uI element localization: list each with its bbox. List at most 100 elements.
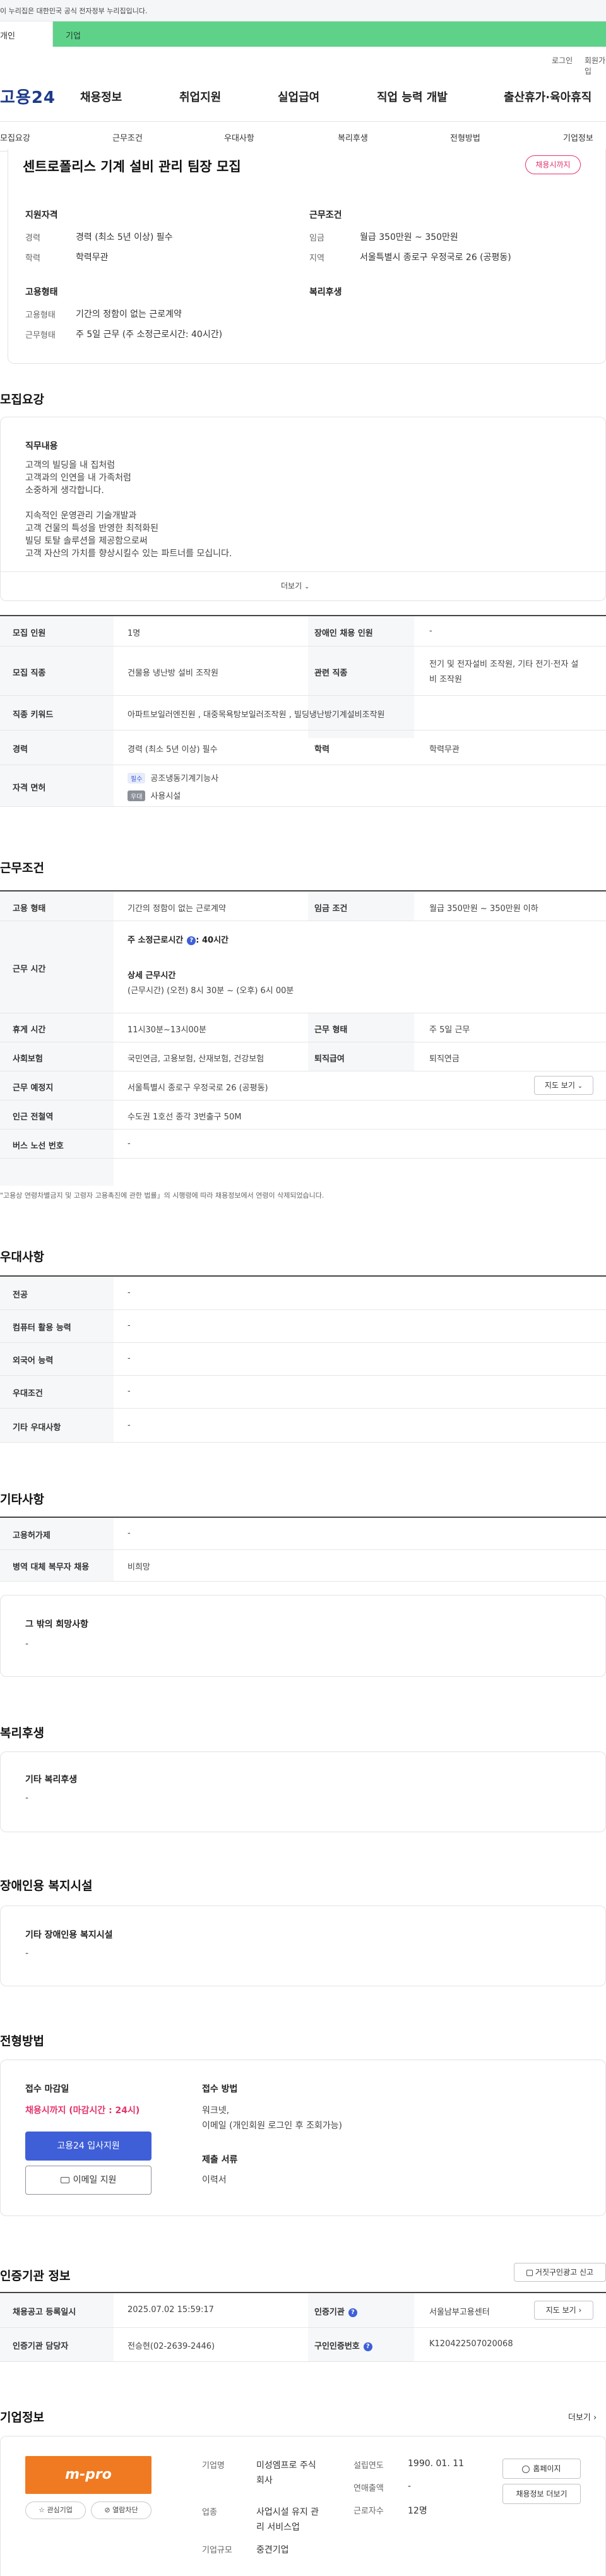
gnb-item-employment-support[interactable]: 취업지원 (179, 88, 221, 105)
tab-process[interactable]: 전형방법 (450, 131, 480, 143)
signup-link[interactable]: 회원가입 (585, 55, 606, 76)
block-icon: ⊘ (104, 2506, 110, 2514)
revenue-key: 연매출액 (354, 2484, 384, 2493)
education-header: 학력 (314, 745, 330, 754)
company-size-value: 중견기업 (256, 2545, 289, 2555)
disability-card (0, 1905, 606, 1986)
detail-hours-heading: 상세 근무시간 (128, 971, 176, 981)
info-icon[interactable]: ? (187, 936, 196, 945)
recruit-count-header: 모집 인원 (13, 629, 46, 638)
location-value: 서울특별시 종로구 우정국로 26 (공평동) (360, 253, 511, 263)
career-value: 경력 (최소 5년 이상) 필수 (128, 745, 218, 754)
industry-value: 사업시설 유지 관 (256, 2507, 319, 2517)
disability-value: - (25, 1948, 29, 1959)
block-company-button[interactable]: ⊘ 열람차단 (91, 2501, 152, 2519)
welfare-value: - (25, 1793, 29, 1803)
workplace-value: 서울특별시 종로구 우정국로 26 (공평동) (128, 1083, 268, 1093)
documents-heading: 제출 서류 (202, 2155, 238, 2165)
email-apply-label: 이메일 지원 (73, 2175, 117, 2185)
tab-company[interactable]: 기업정보 (563, 131, 593, 143)
employees-key: 근로자수 (354, 2507, 384, 2516)
tab-conditions[interactable]: 근무조건 (112, 131, 143, 143)
process-section-title: 전형방법 (0, 2034, 44, 2048)
apply-button[interactable]: 고용24 입사지원 (25, 2132, 152, 2161)
duty-more-divider (0, 571, 606, 572)
duty-more-button[interactable]: 더보기 ⌄ (281, 580, 309, 591)
certificate-preferred: 우대 사용시설 (128, 789, 181, 801)
map-view-button[interactable]: 지도 보기 ⌄ (534, 1076, 593, 1095)
tab-preference[interactable]: 우대사항 (224, 131, 254, 143)
employment-type-heading: 고용형태 (25, 287, 58, 297)
tab-business[interactable]: 기업 (66, 29, 81, 41)
related-job-value: 전기 및 전자설비 조작원, 기타 전기·전자 설 (429, 660, 579, 669)
education-value: 학력무관 (76, 253, 109, 263)
method-value: 워크넷, (202, 2106, 230, 2116)
agency-map-button[interactable]: 지도 보기 › (534, 2301, 593, 2320)
employment-permit-value: - (128, 1529, 131, 1538)
keyword-value: 아파트보일러엔진원 , 대중목욕탕보일러조작원 , 빌딩냉난방기계설비조작원 (128, 710, 385, 720)
homepage-button[interactable]: 홈페이지 (502, 2459, 581, 2479)
recruit-count-value: 1명 (128, 629, 141, 638)
work-type-value: 주 5일 근무 (주 소정근로시간: 40시간) (76, 330, 223, 340)
cert-number-label: 구인인증번호 (314, 2342, 360, 2351)
insurance-header: 사회보험 (13, 1054, 43, 1064)
agency-header: 인증기관? (314, 2305, 357, 2317)
conditions-heading: 근무조건 (309, 210, 342, 220)
subway-header: 인근 전철역 (13, 1112, 54, 1122)
major-value: - (128, 1288, 131, 1297)
gnb-item-jobs[interactable]: 채용정보 (80, 88, 122, 105)
chevron-down-icon: ⌄ (304, 583, 310, 590)
other-wishes-heading: 그 밖의 희망사항 (25, 1619, 88, 1630)
company-name-key: 기업명 (202, 2461, 225, 2471)
tab-welfare[interactable]: 복리후생 (338, 131, 368, 143)
duty-more-label: 더보기 (281, 581, 302, 590)
gnb-item-job-training[interactable]: 직업 능력 개발 (377, 88, 448, 105)
welfare-heading: 기타 복리후생 (25, 1775, 78, 1785)
company-jobs-button[interactable]: 채용정보 더보기 (502, 2484, 581, 2504)
duty-line: 소중하게 생각합니다. (25, 486, 104, 496)
certificate-required: 필수 공조냉동기계기능사 (128, 772, 218, 784)
gnb-item-parental-leave[interactable]: 출산휴가·육아휴직 (504, 88, 591, 105)
other-preference-header: 기타 우대사항 (13, 1423, 61, 1433)
company-name-value: 미성엠프로 주식 (256, 2460, 316, 2471)
education-value: 학력무관 (429, 745, 460, 754)
education-key: 학력 (25, 254, 40, 263)
employment-permit-header: 고용허가제 (13, 1531, 50, 1541)
bus-header: 버스 노선 번호 (13, 1142, 64, 1151)
agency-manager-header: 인증기관 담당자 (13, 2342, 69, 2351)
email-apply-button[interactable]: 이메일 지원 (25, 2166, 152, 2195)
info-icon[interactable]: ? (363, 2342, 372, 2351)
weekly-hours-label: 주 소정근로시간 (128, 936, 184, 945)
recruit-job-header: 모집 직종 (13, 669, 46, 678)
tab-recruit[interactable]: 모집요강 (0, 131, 30, 143)
other-wishes-value: - (25, 1639, 29, 1649)
industry-key: 업종 (202, 2508, 217, 2517)
duty-heading: 직무내용 (25, 441, 58, 451)
company-more-link[interactable]: 더보기 › (568, 2411, 597, 2423)
info-icon[interactable]: ? (348, 2308, 357, 2317)
block-company-label: 열람차단 (112, 2506, 138, 2514)
detail-hours-value: (근무시간) (오전) 8시 30분 ~ (오후) 6시 00분 (128, 986, 294, 996)
welfare-section-title: 복리후생 (0, 1726, 44, 1740)
disability-section-title: 장애인용 복지시설 (0, 1879, 93, 1893)
military-value: 비희망 (128, 1563, 150, 1572)
favorite-company-label: 관심기업 (47, 2506, 73, 2514)
method-value-cont: 이메일 (개인회원 로그인 후 조회가능) (202, 2121, 342, 2131)
site-logo[interactable]: 고용24 (0, 85, 56, 108)
star-icon: ☆ (39, 2506, 45, 2514)
false-ad-report-button[interactable]: 거짓구인광고 신고 (514, 2263, 606, 2282)
weekly-hours-value: : 40시간 (196, 936, 229, 945)
login-link[interactable]: 로그인 (552, 55, 573, 66)
duty-line: 빌딩 토탈 솔루션을 제공함으로써 (25, 536, 148, 546)
conditions-section-title: 근무조건 (0, 861, 44, 875)
tab-individual[interactable]: 개인 (0, 21, 53, 47)
military-header: 병역 대체 복무자 채용 (13, 1563, 90, 1572)
agency-value: 서울남부고용센터 (429, 2308, 490, 2317)
company-name-value-cont: 회사 (256, 2476, 273, 2486)
related-job-header: 관련 직종 (314, 669, 348, 678)
gnb-item-unemployment-benefit[interactable]: 실업급여 (278, 88, 319, 105)
major-header: 전공 (13, 1291, 28, 1300)
favorite-company-button[interactable]: ☆ 관심기업 (25, 2501, 86, 2519)
preferred-condition-header: 우대조건 (13, 1389, 43, 1398)
tab-individual-label: 개인 (0, 32, 15, 41)
